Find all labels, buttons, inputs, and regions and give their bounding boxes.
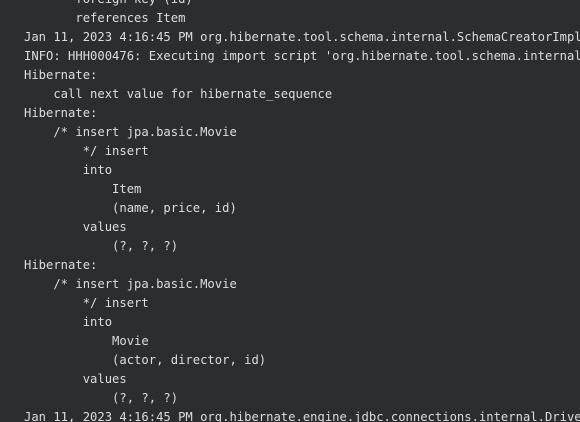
console-line: (actor, director, id) bbox=[24, 353, 274, 367]
console-line: Hibernate: bbox=[24, 106, 105, 120]
console-line: references Item bbox=[24, 11, 186, 25]
console-line: values bbox=[24, 372, 127, 386]
console-output: foreign key (id) references Item Jan 11,… bbox=[0, 0, 580, 422]
console-line: /* insert jpa.basic.Movie bbox=[24, 277, 237, 291]
console-line: into bbox=[24, 315, 113, 329]
console-line: (?, ?, ?) bbox=[24, 391, 179, 405]
console-line: Hibernate: bbox=[24, 258, 105, 272]
console-line: call next value for hibernate_sequence bbox=[24, 87, 333, 101]
console-line: INFO: HHH000476: Executing import script… bbox=[24, 49, 580, 63]
console-line: */ insert bbox=[24, 144, 157, 158]
console-line: Item bbox=[24, 182, 142, 196]
console-line: /* insert jpa.basic.Movie bbox=[24, 125, 237, 139]
console-line: values bbox=[24, 220, 127, 234]
console-line: Jan 11, 2023 4:16:45 PM org.hibernate.en… bbox=[24, 410, 580, 422]
console-line: Movie bbox=[24, 334, 149, 348]
console-line: Jan 11, 2023 4:16:45 PM org.hibernate.to… bbox=[24, 30, 580, 44]
console-line: (?, ?, ?) bbox=[24, 239, 179, 253]
console-line: (name, price, id) bbox=[24, 201, 245, 215]
console-line: */ insert bbox=[24, 296, 157, 310]
console-line: Hibernate: bbox=[24, 68, 105, 82]
console-line: foreign key (id) bbox=[24, 0, 192, 9]
console-line: into bbox=[24, 163, 113, 177]
